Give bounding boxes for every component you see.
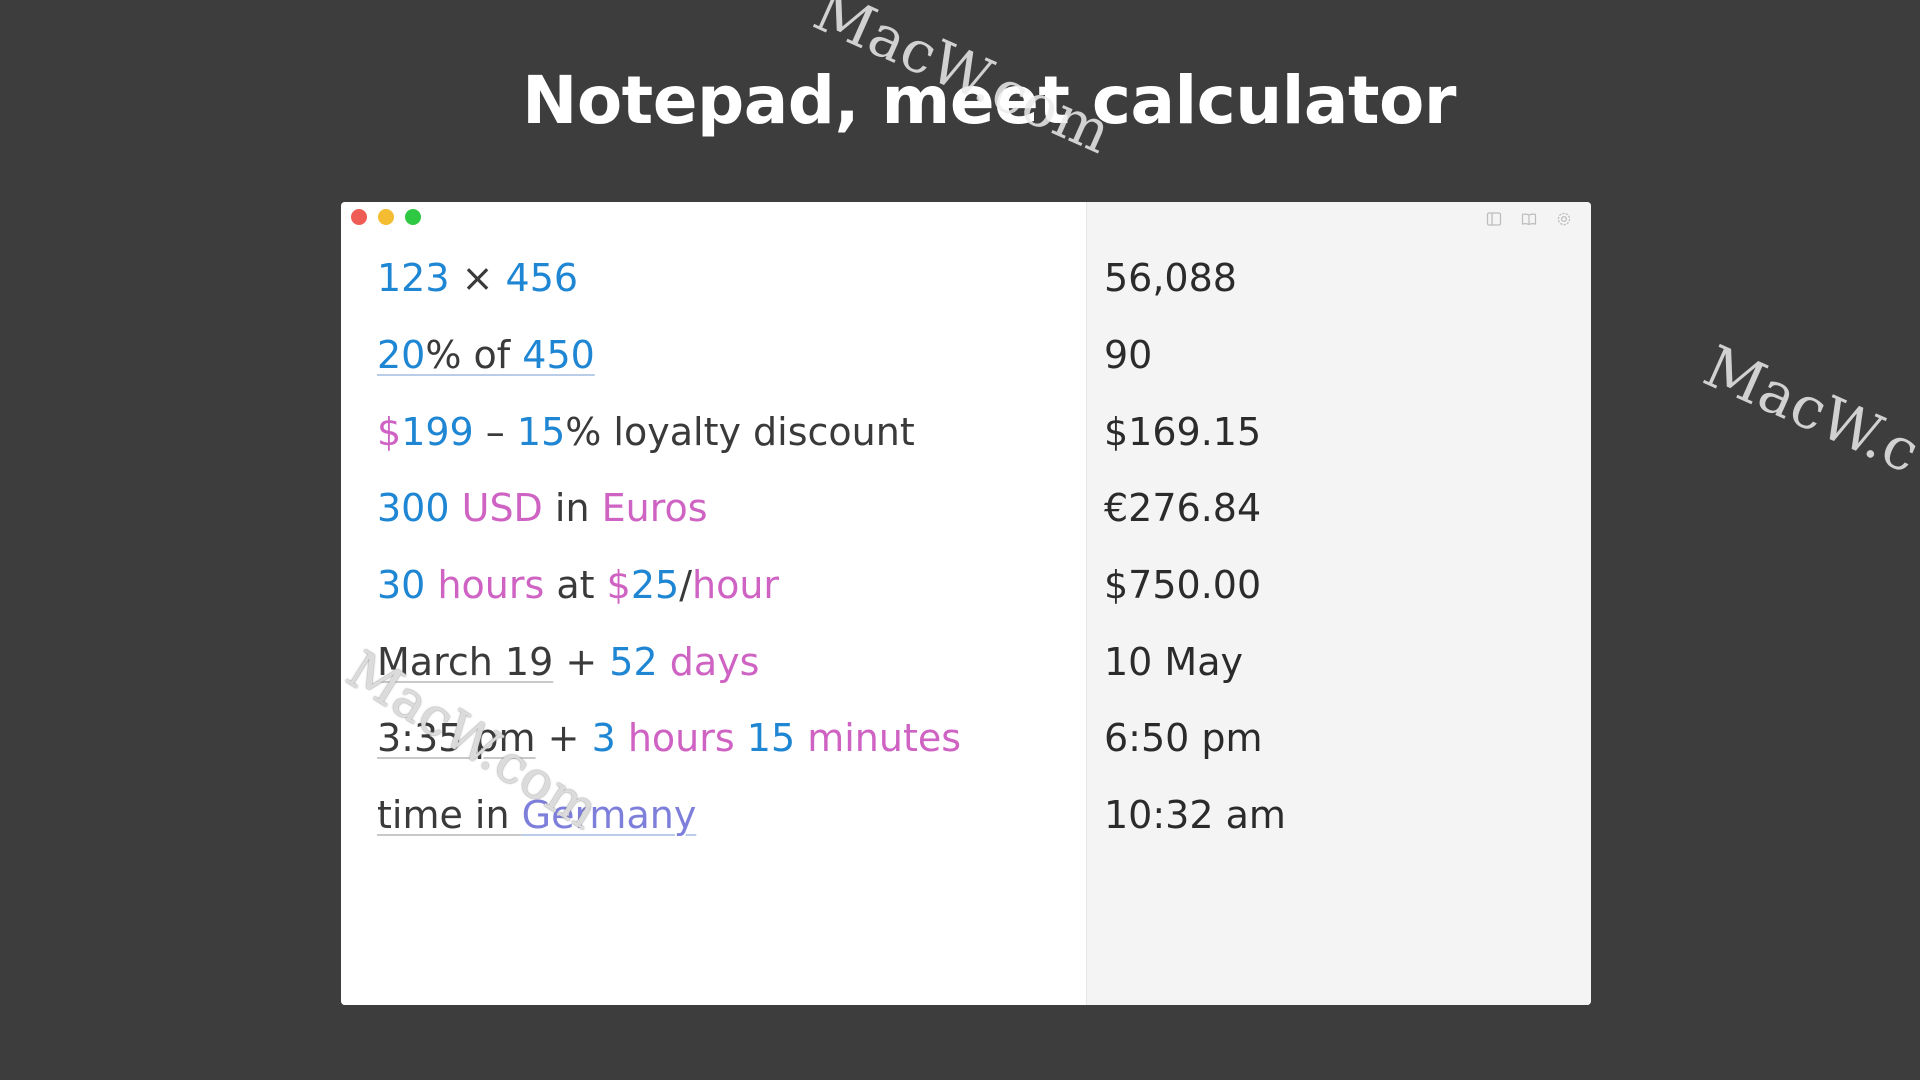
expression-token — [450, 486, 462, 530]
expression-token: USD — [461, 486, 543, 530]
expression-token: $ — [377, 410, 402, 454]
expression-token — [795, 716, 807, 760]
expression-token: % loyalty discount — [565, 410, 915, 454]
expression-token: 52 — [609, 640, 658, 684]
editor-pane[interactable]: 123 × 456 20% of 450 $199 – 15% loyalty … — [341, 202, 1086, 1005]
watermark-right: MacW.c — [1694, 332, 1920, 487]
expression-token: at — [544, 563, 607, 607]
editor-line[interactable]: 123 × 456 — [377, 256, 578, 300]
expression-token: in — [542, 486, 602, 530]
result-value: 90 — [1104, 333, 1153, 377]
result-value: €276.84 — [1104, 486, 1262, 530]
expression-token: 20 — [377, 333, 426, 377]
expression-token: – — [473, 410, 517, 454]
expression-token: 25 — [630, 563, 680, 607]
expression-token: minutes — [807, 716, 962, 760]
expression-token: 123 — [377, 256, 450, 300]
expression-token: hours — [437, 563, 545, 607]
expression-token: / — [679, 563, 692, 607]
expression-token: hour — [692, 563, 780, 607]
expression-token: + — [553, 640, 610, 684]
window-maximize-button[interactable] — [405, 209, 421, 225]
editor-line[interactable]: 20% of 450 — [377, 333, 595, 377]
expression-token: 199 — [401, 410, 474, 454]
expression-token: × — [449, 256, 506, 300]
editor-line[interactable]: 30 hours at $25/hour — [377, 563, 779, 607]
expression-token — [735, 716, 747, 760]
expression-token: hours — [627, 716, 735, 760]
app-window: 123 × 456 20% of 450 $199 – 15% loyalty … — [341, 202, 1591, 1005]
expression-token: days — [669, 640, 760, 684]
result-value: 6:50 pm — [1104, 716, 1263, 760]
result-value: 56,088 — [1104, 256, 1237, 300]
expression-token: time in — [377, 793, 522, 837]
result-value: $750.00 — [1104, 563, 1262, 607]
expression-token: 3 — [591, 716, 616, 760]
window-close-button[interactable] — [351, 209, 367, 225]
editor-line[interactable]: 300 USD in Euros — [377, 486, 708, 530]
expression-token — [425, 563, 437, 607]
expression-token: $ — [606, 563, 631, 607]
expression-token: 15 — [516, 410, 566, 454]
expression-token — [658, 640, 670, 684]
expression-token: 450 — [522, 333, 595, 377]
expression-token: 30 — [377, 563, 426, 607]
result-value: $169.15 — [1104, 410, 1262, 454]
sidebar-icon[interactable] — [1486, 211, 1502, 227]
result-value: 10 May — [1104, 640, 1243, 684]
book-icon[interactable] — [1521, 211, 1537, 227]
editor-line[interactable]: $199 – 15% loyalty discount — [377, 410, 915, 454]
gear-icon[interactable] — [1556, 211, 1572, 227]
expression-token: Euros — [601, 486, 708, 530]
expression-token: 300 — [377, 486, 450, 530]
result-value: 10:32 am — [1104, 793, 1286, 837]
expression-token — [616, 716, 628, 760]
expression-token: 456 — [505, 256, 579, 300]
expression-token: % of — [425, 333, 523, 377]
editor-line[interactable]: March 19 + 52 days — [377, 640, 759, 684]
expression-token: 15 — [746, 716, 796, 760]
window-minimize-button[interactable] — [378, 209, 394, 225]
